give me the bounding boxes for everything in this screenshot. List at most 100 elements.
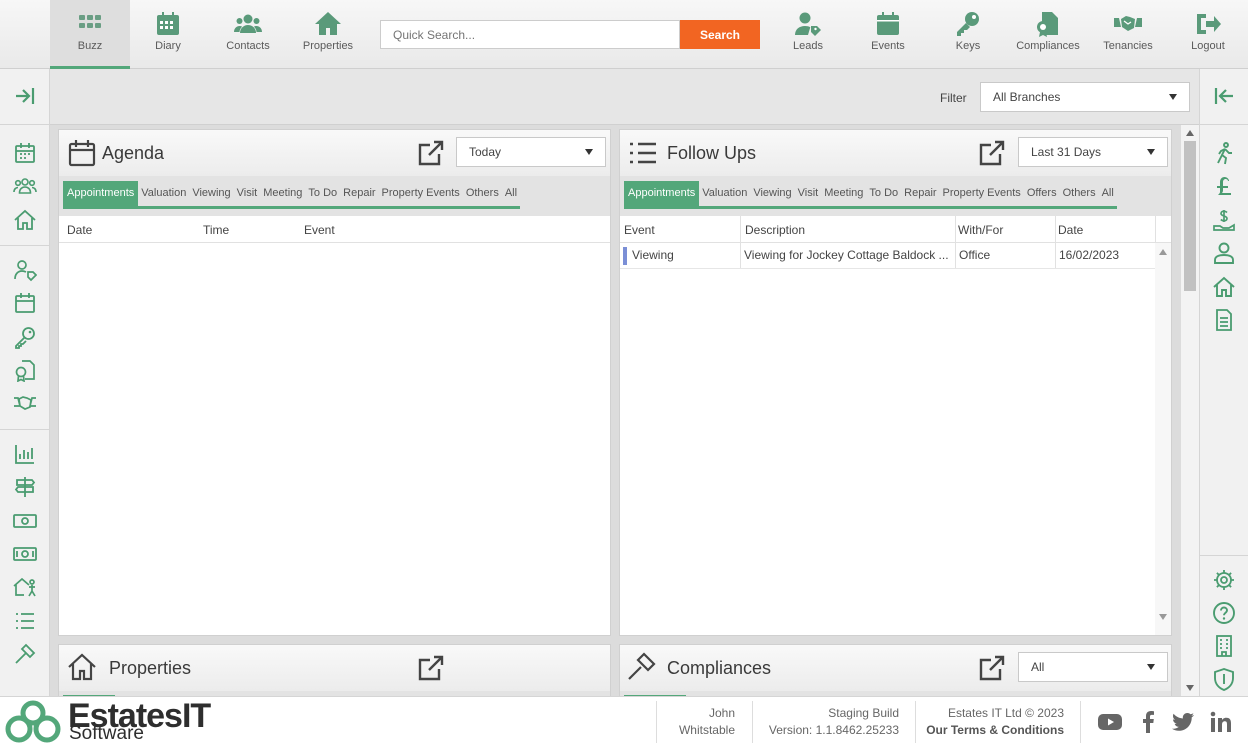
compliances-range-select[interactable]: All <box>1018 652 1168 682</box>
tab-appointments[interactable]: Appointments <box>63 181 139 206</box>
follow-ups-header: Follow Ups Last 31 Days <box>620 130 1171 176</box>
signpost-icon[interactable] <box>13 475 37 499</box>
bar-chart-icon[interactable] <box>13 442 37 466</box>
calendar-icon[interactable] <box>13 291 37 315</box>
open-external-icon[interactable] <box>978 654 1006 682</box>
nav-tenancies[interactable]: Tenancies <box>1088 0 1168 69</box>
tab-visit[interactable]: Visit <box>795 181 822 206</box>
collapse-sidebar-icon[interactable] <box>1212 84 1236 108</box>
facebook-icon[interactable] <box>1136 710 1160 734</box>
tab-all[interactable]: All <box>502 181 520 206</box>
linkedin-icon[interactable] <box>1209 710 1233 734</box>
quick-search-input[interactable] <box>380 20 680 49</box>
agenda-range-select[interactable]: Today <box>456 137 606 167</box>
open-external-icon[interactable] <box>417 139 445 167</box>
house-icon[interactable] <box>1212 275 1236 299</box>
table-scrollbar[interactable] <box>1155 243 1171 635</box>
branch-filter-select[interactable]: All Branches <box>980 82 1190 112</box>
twitter-icon[interactable] <box>1171 710 1195 734</box>
open-external-icon[interactable] <box>417 654 445 682</box>
column-header[interactable]: Event <box>304 223 335 237</box>
column-header[interactable]: With/For <box>958 223 1003 237</box>
table-row[interactable]: Viewing Viewing for Jockey Cottage Baldo… <box>620 243 1155 269</box>
tab-viewing[interactable]: Viewing <box>750 181 794 206</box>
document-icon[interactable] <box>1212 308 1236 332</box>
footer-divider <box>915 701 916 743</box>
key-icon[interactable] <box>13 325 37 349</box>
youtube-icon[interactable] <box>1098 710 1122 734</box>
column-header[interactable]: Event <box>624 223 655 237</box>
tab-repair[interactable]: Repair <box>340 181 378 206</box>
handshake-icon[interactable] <box>13 391 37 415</box>
nav-events[interactable]: Events <box>848 0 928 69</box>
tab-viewing[interactable]: Viewing <box>189 181 233 206</box>
scroll-up-icon[interactable] <box>1186 130 1194 136</box>
nav-keys[interactable]: Keys <box>928 0 1008 69</box>
nav-compliances[interactable]: Compliances <box>1008 0 1088 69</box>
tab-to-do[interactable]: To Do <box>305 181 340 206</box>
people-icon[interactable] <box>13 174 37 198</box>
chevron-down-icon <box>1169 94 1177 100</box>
tab-meeting[interactable]: Meeting <box>821 181 866 206</box>
tab-visit[interactable]: Visit <box>234 181 261 206</box>
nav-leads[interactable]: Leads <box>768 0 848 69</box>
column-header[interactable]: Date <box>1058 223 1083 237</box>
house-icon[interactable] <box>13 208 37 232</box>
terms-link[interactable]: Our Terms & Conditions <box>920 722 1064 739</box>
money-hand-icon[interactable] <box>1212 208 1236 232</box>
tab-meeting[interactable]: Meeting <box>260 181 305 206</box>
main-scrollbar[interactable] <box>1181 125 1199 696</box>
scroll-down-icon[interactable] <box>1186 685 1194 691</box>
nav-contacts[interactable]: Contacts <box>208 0 288 69</box>
nav-logout[interactable]: Logout <box>1168 0 1248 69</box>
tab-property-events[interactable]: Property Events <box>379 181 463 206</box>
column-header[interactable]: Time <box>203 223 229 237</box>
column-header[interactable]: Date <box>67 223 92 237</box>
tab-all[interactable]: All <box>1099 181 1117 206</box>
tab-property-events[interactable]: Property Events <box>940 181 1024 206</box>
person-tag-icon <box>795 12 821 36</box>
compliances-title: Compliances <box>667 658 772 678</box>
scrollbar-thumb[interactable] <box>1184 141 1196 291</box>
filter-label: Filter <box>940 91 967 105</box>
calendar-icon[interactable] <box>13 141 37 165</box>
key-icon <box>957 12 979 36</box>
nav-diary[interactable]: Diary <box>128 0 208 69</box>
tab-to-do[interactable]: To Do <box>866 181 901 206</box>
search-button[interactable]: Search <box>680 20 760 49</box>
brand-subtitle: Software <box>69 723 144 744</box>
tab-appointments[interactable]: Appointments <box>624 181 700 206</box>
banknote-icon[interactable] <box>13 509 37 533</box>
scroll-up-icon[interactable] <box>1159 249 1167 255</box>
hammer-icon[interactable] <box>13 642 37 666</box>
tab-offers[interactable]: Offers <box>1024 181 1060 206</box>
person-tag-icon[interactable] <box>13 258 37 282</box>
nav-label: Compliances <box>1016 40 1080 52</box>
nav-label: Contacts <box>226 40 270 52</box>
follow-ups-range-select[interactable]: Last 31 Days <box>1018 137 1168 167</box>
chevron-down-icon <box>585 149 593 155</box>
nav-buzz[interactable]: Buzz <box>50 0 130 69</box>
tab-others[interactable]: Others <box>463 181 502 206</box>
nav-properties[interactable]: Properties <box>288 0 368 69</box>
help-icon[interactable] <box>1212 601 1236 625</box>
tab-valuation[interactable]: Valuation <box>699 181 750 206</box>
column-header[interactable]: Description <box>745 223 805 237</box>
shield-icon[interactable] <box>1212 667 1236 691</box>
grid-icon <box>79 15 101 28</box>
gear-icon[interactable] <box>1212 568 1236 592</box>
tab-repair[interactable]: Repair <box>901 181 939 206</box>
tab-valuation[interactable]: Valuation <box>138 181 189 206</box>
person-icon[interactable] <box>1212 241 1236 265</box>
walking-person-icon[interactable] <box>1212 141 1236 165</box>
expand-sidebar-icon[interactable] <box>13 84 37 108</box>
money-icon[interactable] <box>13 542 37 566</box>
tab-others[interactable]: Others <box>1060 181 1099 206</box>
pound-icon[interactable] <box>1212 174 1236 198</box>
house-person-icon[interactable] <box>13 575 37 599</box>
building-icon[interactable] <box>1212 634 1236 658</box>
list-icon[interactable] <box>13 609 37 633</box>
certificate-icon[interactable] <box>13 358 37 382</box>
open-external-icon[interactable] <box>978 139 1006 167</box>
scroll-down-icon[interactable] <box>1159 614 1167 620</box>
